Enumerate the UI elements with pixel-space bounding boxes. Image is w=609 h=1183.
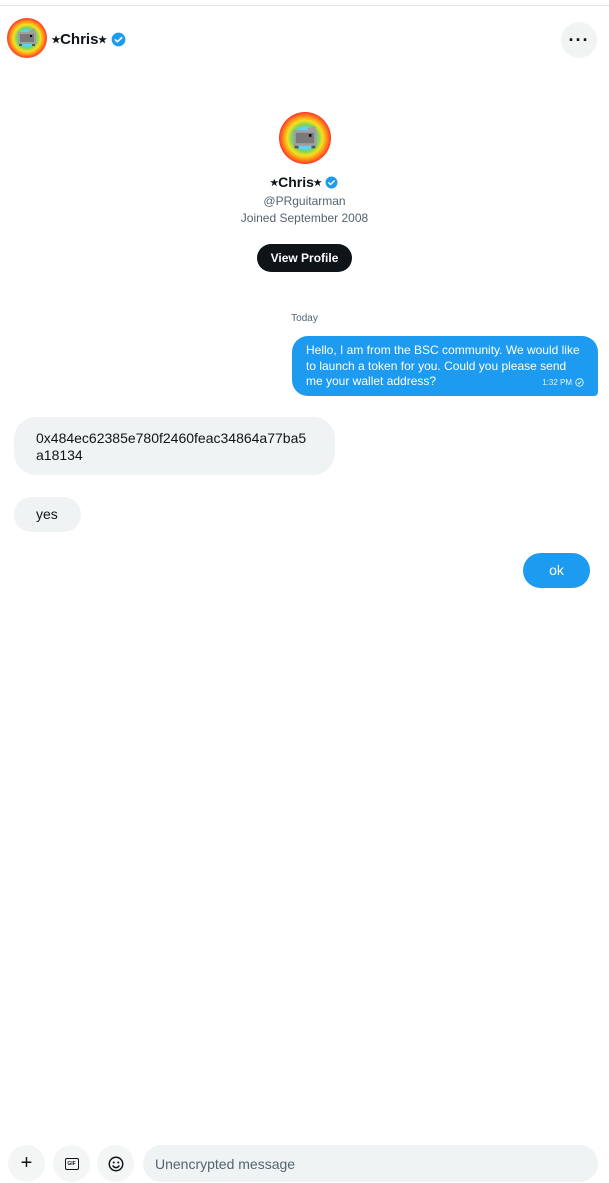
profile-name-text: ⭒Chris⭒ <box>270 174 322 190</box>
profile-display-name: ⭒Chris⭒ <box>271 174 339 191</box>
nyan-cat-icon <box>18 29 36 46</box>
add-media-button[interactable]: + <box>8 1145 45 1182</box>
profile-joined-date: Joined September 2008 <box>240 211 369 225</box>
verified-badge-icon <box>325 176 338 189</box>
header-name-text: ⭒Chris⭒ <box>52 31 107 48</box>
conversation-header: ⭒Chris⭒ ··· <box>0 6 609 64</box>
message-input[interactable] <box>143 1145 598 1182</box>
message-text: Hello, I am from the BSC community. We w… <box>306 343 580 388</box>
profile-avatar[interactable] <box>278 112 331 164</box>
message-composer: + GIF <box>0 1140 609 1183</box>
emoji-icon <box>108 1156 123 1171</box>
message-text: yes <box>36 506 58 522</box>
emoji-button[interactable] <box>97 1145 134 1182</box>
profile-handle: @PRguitarman <box>263 194 346 208</box>
verified-badge-icon <box>111 32 125 47</box>
profile-card: ⭒Chris⭒ @PRguitarman Joined September 20… <box>0 112 609 272</box>
gif-button[interactable]: GIF <box>53 1145 90 1182</box>
nyan-cat-icon <box>292 126 317 149</box>
message-bubble-outgoing[interactable]: Hello, I am from the BSC community. We w… <box>292 336 598 396</box>
message-text: 0x484ec62385e780f2460feac34864a77ba5a181… <box>36 430 307 463</box>
gif-icon: GIF <box>64 1157 79 1170</box>
message-text: ok <box>549 562 564 578</box>
date-separator: Today <box>291 313 318 324</box>
message-timestamp: 1:32 PM <box>542 375 584 391</box>
header-display-name[interactable]: ⭒Chris⭒ <box>52 31 126 48</box>
more-options-button[interactable]: ··· <box>561 22 597 58</box>
view-profile-button[interactable]: View Profile <box>256 244 353 272</box>
read-receipt-icon <box>575 378 584 387</box>
message-time-text: 1:32 PM <box>542 377 572 387</box>
message-bubble-incoming[interactable]: yes <box>14 497 81 532</box>
message-bubble-outgoing[interactable]: ok <box>523 553 590 588</box>
header-avatar[interactable] <box>7 18 47 58</box>
more-icon: ··· <box>568 29 590 50</box>
plus-icon: + <box>20 1152 33 1174</box>
message-bubble-incoming[interactable]: 0x484ec62385e780f2460feac34864a77ba5a181… <box>14 417 335 475</box>
